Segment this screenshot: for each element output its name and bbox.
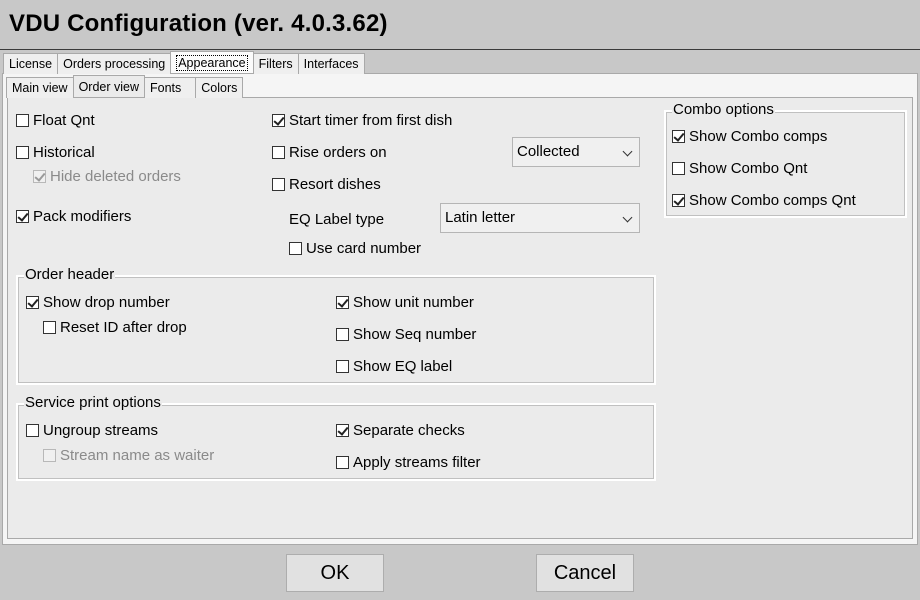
apply-streams-filter-checkbox[interactable]: Apply streams filter (336, 452, 481, 472)
checkbox-box (336, 423, 349, 437)
show-combo-qnt-checkbox[interactable]: Show Combo Qnt (672, 158, 807, 178)
cancel-button[interactable]: Cancel (536, 554, 634, 592)
historical-checkbox[interactable]: Historical (16, 142, 95, 162)
show-unit-number-checkbox[interactable]: Show unit number (336, 292, 474, 312)
checkbox-box (336, 455, 349, 469)
checkbox-box (272, 145, 285, 159)
reset-id-after-drop-checkbox[interactable]: Reset ID after drop (43, 317, 187, 337)
tab-interfaces[interactable]: Interfaces (297, 53, 365, 74)
tab-appearance[interactable]: Appearance (170, 51, 254, 73)
checkbox-box (272, 113, 285, 127)
checkbox-box (43, 448, 56, 462)
hide-deleted-orders-checkbox[interactable]: Hide deleted orders (33, 166, 181, 186)
start-timer-checkbox[interactable]: Start timer from first dish (272, 110, 452, 130)
checkbox-box (672, 193, 685, 207)
tab-fonts[interactable]: Fonts (144, 77, 197, 98)
tab-colors[interactable]: Colors (195, 77, 244, 98)
checkbox-box (16, 113, 29, 127)
chevron-down-icon (622, 212, 633, 223)
stream-name-as-waiter-checkbox[interactable]: Stream name as waiter (43, 445, 214, 465)
checkbox-box (16, 145, 29, 159)
chevron-down-icon (622, 146, 633, 157)
eq-label-type-select[interactable]: Latin letter (440, 203, 640, 233)
title-divider (0, 49, 920, 50)
eq-label-type-label: EQ Label type (289, 211, 385, 228)
checkbox-box (336, 295, 349, 309)
tab-order-view[interactable]: Order view (72, 75, 146, 97)
rise-orders-on-checkbox[interactable]: Rise orders on (272, 142, 387, 162)
checkbox-box (289, 241, 302, 255)
float-qnt-checkbox[interactable]: Float Qnt (16, 110, 95, 130)
main-tab-strip: License Orders processing Appearance Fil… (3, 51, 365, 74)
window-title: VDU Configuration (ver. 4.0.3.62) (9, 10, 388, 37)
ungroup-streams-checkbox[interactable]: Ungroup streams (26, 420, 158, 440)
checkbox-box (43, 320, 56, 334)
checkbox-box (672, 129, 685, 143)
show-combo-comps-checkbox[interactable]: Show Combo comps (672, 126, 827, 146)
checkbox-box (272, 177, 285, 191)
use-card-number-checkbox[interactable]: Use card number (289, 238, 421, 258)
resort-dishes-checkbox[interactable]: Resort dishes (272, 174, 381, 194)
show-seq-number-checkbox[interactable]: Show Seq number (336, 324, 476, 344)
group-title: Order header (24, 266, 116, 284)
show-drop-number-checkbox[interactable]: Show drop number (26, 292, 170, 312)
show-eq-label-checkbox[interactable]: Show EQ label (336, 356, 452, 376)
ok-button[interactable]: OK (286, 554, 384, 592)
checkbox-box (336, 359, 349, 373)
checkbox-box (26, 295, 39, 309)
checkbox-box (26, 423, 39, 437)
tab-main-view[interactable]: Main view (6, 77, 74, 98)
rise-orders-select[interactable]: Collected (512, 137, 640, 167)
checkbox-box (16, 209, 29, 223)
tab-license[interactable]: License (3, 53, 59, 74)
group-title: Combo options (672, 101, 775, 119)
show-combo-comps-qnt-checkbox[interactable]: Show Combo comps Qnt (672, 190, 856, 210)
pack-modifiers-checkbox[interactable]: Pack modifiers (16, 206, 131, 226)
checkbox-box (336, 327, 349, 341)
group-title: Service print options (24, 394, 162, 412)
tab-orders-processing[interactable]: Orders processing (57, 53, 172, 74)
checkbox-box (672, 161, 685, 175)
tab-filters[interactable]: Filters (252, 53, 299, 74)
checkbox-box (33, 169, 46, 183)
sub-tab-strip: Main view Order view Fonts Colors (6, 75, 244, 98)
separate-checks-checkbox[interactable]: Separate checks (336, 420, 465, 440)
